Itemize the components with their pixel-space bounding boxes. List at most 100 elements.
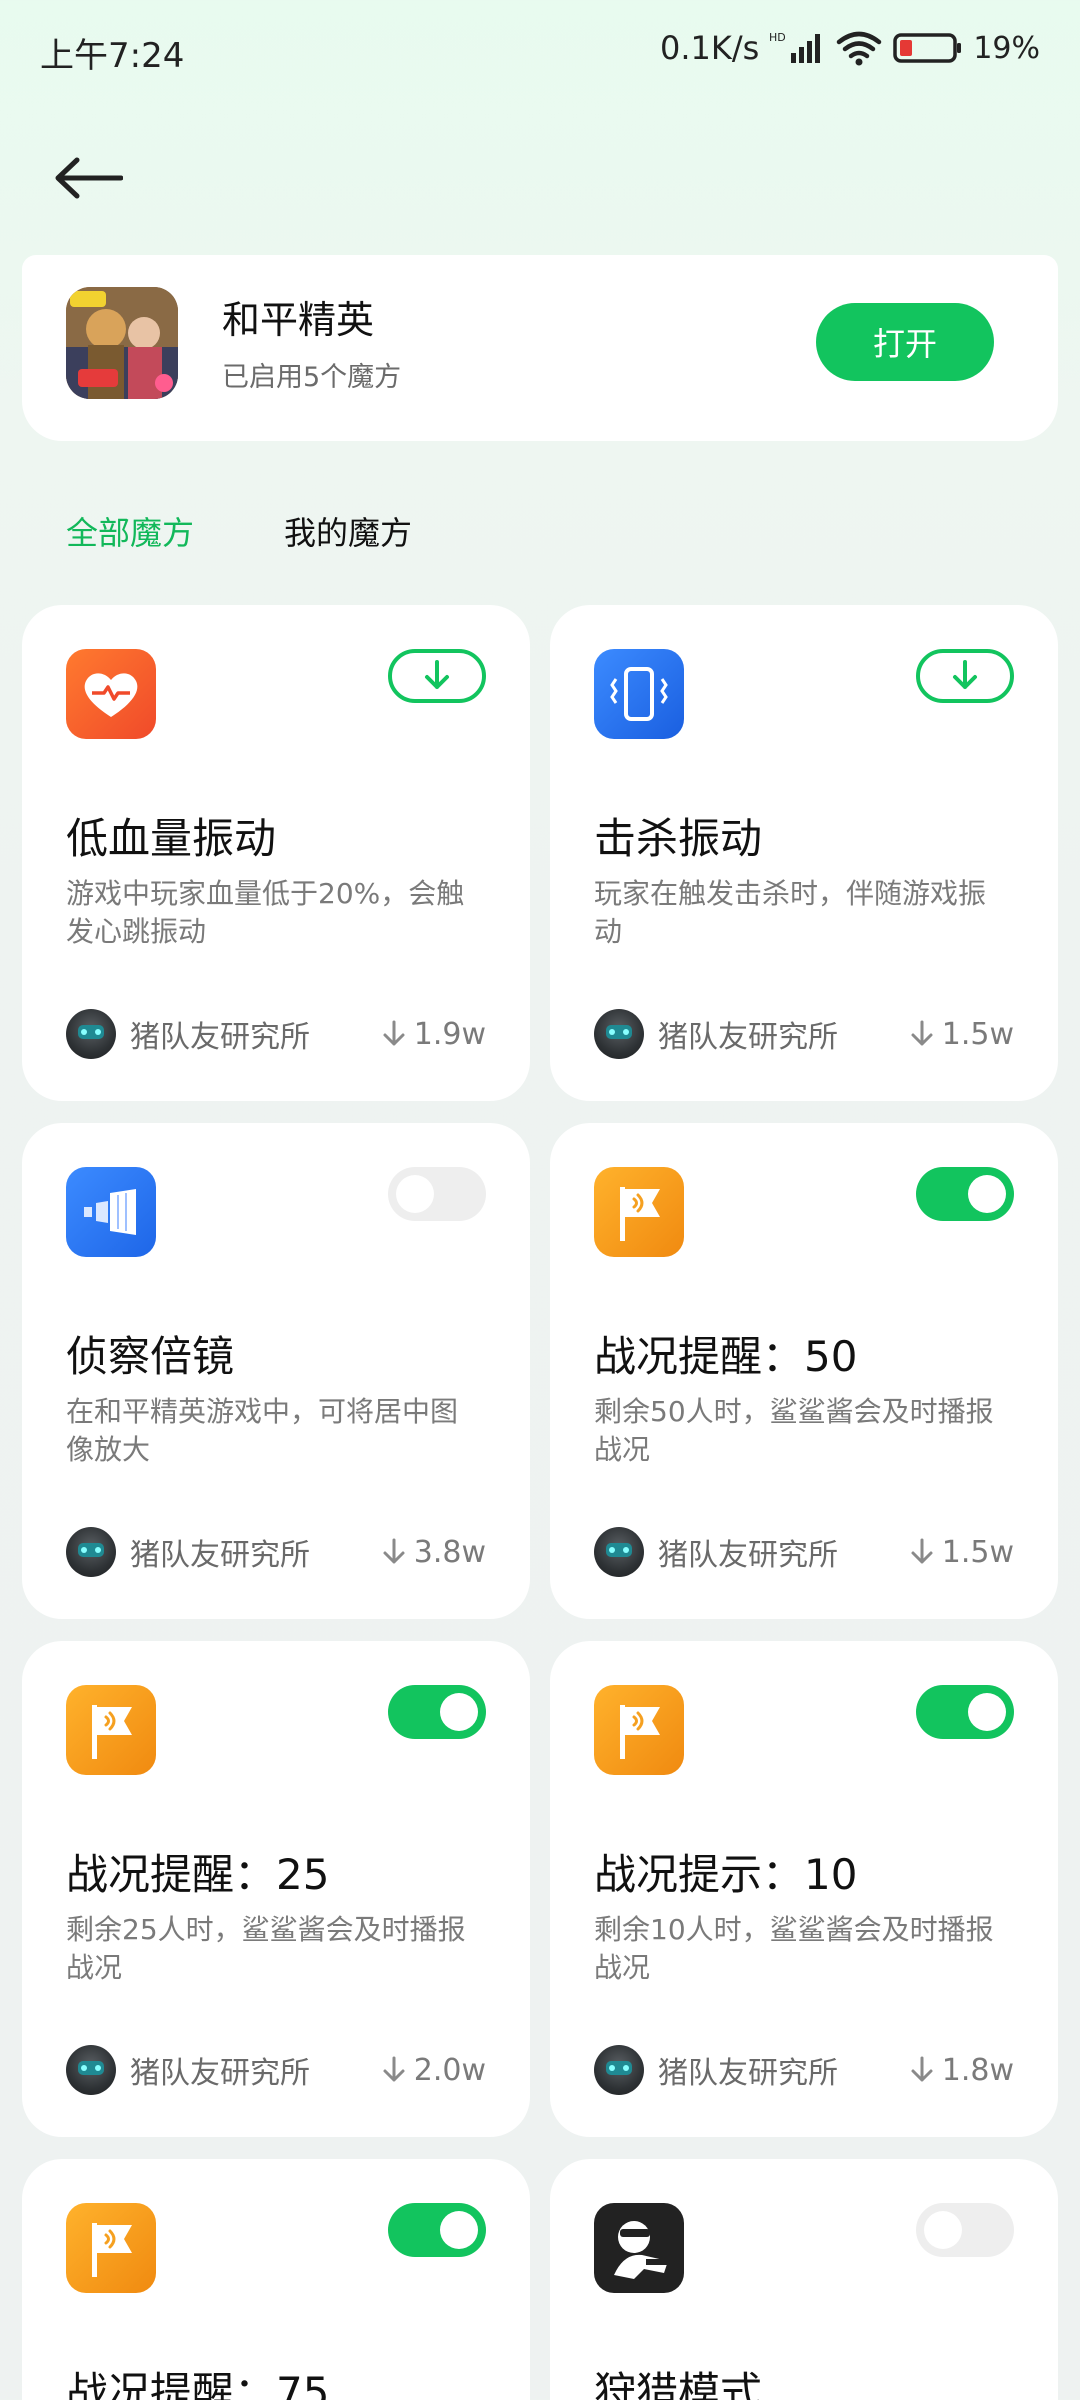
card-title: 低血量振动: [66, 814, 277, 863]
tab-all-cubes[interactable]: 全部魔方: [66, 508, 194, 554]
hunter-icon: [594, 2203, 684, 2293]
author-name: 猪队友研究所: [658, 1020, 838, 1055]
download-count-icon: [383, 1020, 405, 1046]
download-count: 1.5w: [910, 1527, 1014, 1577]
flag-sound-icon: [66, 1685, 156, 1775]
cube-card[interactable]: 低血量振动 游戏中玩家血量低于20%，会触发心跳振动 猪队友研究所 1.9w: [22, 605, 530, 1101]
card-author: 猪队友研究所: [594, 2045, 838, 2095]
card-description: 玩家在触发击杀时，伴随游戏振动: [594, 877, 987, 948]
zoom-scope-icon: [66, 1167, 156, 1257]
heart-icon: [66, 649, 156, 739]
cube-card[interactable]: 战况提醒：25 剩余25人时，鲨鲨酱会及时播报战况 猪队友研究所 2.0w: [22, 1641, 530, 2137]
enable-toggle[interactable]: [388, 2203, 486, 2257]
signal-icon: HD: [769, 31, 825, 65]
status-icons: 0.1K/s HD 19%: [660, 28, 1040, 68]
enable-toggle[interactable]: [916, 1685, 1014, 1739]
download-count-icon: [383, 2056, 405, 2082]
download-count-value: 2.0w: [413, 2052, 486, 2088]
enable-toggle[interactable]: [388, 1685, 486, 1739]
download-count: 1.8w: [910, 2045, 1014, 2095]
open-button[interactable]: 打开: [816, 303, 994, 381]
app-subtitle: 已启用5个魔方: [222, 362, 402, 393]
avatar: [594, 1527, 644, 1577]
download-count-icon: [911, 1538, 933, 1564]
card-title: 战况提醒：25: [66, 1850, 330, 1899]
download-count: 2.0w: [382, 2045, 486, 2095]
wifi-icon: [835, 30, 883, 66]
back-button[interactable]: [46, 142, 130, 214]
avatar: [66, 1527, 116, 1577]
toggle-knob: [968, 1175, 1006, 1213]
card-title: 战况提醒：50: [594, 1332, 858, 1381]
download-button[interactable]: [388, 649, 486, 703]
card-description: 游戏中玩家血量低于20%，会触发心跳振动: [66, 877, 465, 948]
card-title: 击杀振动: [594, 814, 763, 863]
author-name: 猪队友研究所: [130, 1538, 310, 1573]
toggle-knob: [924, 2211, 962, 2249]
cube-card[interactable]: 战况提示：10 剩余10人时，鲨鲨酱会及时播报战况 猪队友研究所 1.8w: [550, 1641, 1058, 2137]
card-author: 猪队友研究所: [66, 2045, 310, 2095]
download-arrow-icon: [953, 660, 977, 689]
app-card: 和平精英 已启用5个魔方 打开: [22, 255, 1058, 441]
toggle-knob: [440, 2211, 478, 2249]
network-speed: 0.1K/s: [659, 29, 760, 67]
cube-card[interactable]: 侦察倍镜 在和平精英游戏中，可将居中图像放大 猪队友研究所 3.8w: [22, 1123, 530, 1619]
download-count-value: 1.5w: [941, 1016, 1014, 1052]
download-count-value: 3.8w: [413, 1534, 486, 1570]
download-count-icon: [911, 2056, 933, 2082]
download-count-value: 1.5w: [941, 1534, 1014, 1570]
enable-toggle[interactable]: [916, 2203, 1014, 2257]
download-arrow-icon: [425, 660, 449, 689]
download-count-icon: [383, 1538, 405, 1564]
download-count: 1.5w: [910, 1009, 1014, 1059]
card-author: 猪队友研究所: [594, 1009, 838, 1059]
author-name: 猪队友研究所: [658, 1538, 838, 1573]
author-name: 猪队友研究所: [658, 2056, 838, 2091]
cube-card[interactable]: 击杀振动 玩家在触发击杀时，伴随游戏振动 猪队友研究所 1.5w: [550, 605, 1058, 1101]
avatar: [66, 1009, 116, 1059]
download-count-icon: [911, 1020, 933, 1046]
download-count: 1.9w: [382, 1009, 486, 1059]
card-author: 猪队友研究所: [594, 1527, 838, 1577]
phone-vibrate-icon: [594, 649, 684, 739]
card-title: 狩猎模式: [594, 2368, 763, 2400]
card-title: 侦察倍镜: [66, 1332, 235, 1381]
avatar: [594, 1009, 644, 1059]
tab-bar: 全部魔方 我的魔方: [66, 508, 412, 554]
cube-card[interactable]: 战况提醒：75: [22, 2159, 530, 2400]
cube-card[interactable]: 战况提醒：50 剩余50人时，鲨鲨酱会及时播报战况 猪队友研究所 1.5w: [550, 1123, 1058, 1619]
back-arrow-icon: [55, 157, 123, 199]
enable-toggle[interactable]: [388, 1167, 486, 1221]
battery-percent: 19%: [973, 30, 1040, 66]
card-author: 猪队友研究所: [66, 1527, 310, 1577]
flag-sound-icon: [594, 1167, 684, 1257]
card-title: 战况提醒：75: [66, 2368, 330, 2400]
download-count: 3.8w: [382, 1527, 486, 1577]
enable-toggle[interactable]: [916, 1167, 1014, 1221]
cube-card[interactable]: 狩猎模式: [550, 2159, 1058, 2400]
app-name: 和平精英: [222, 298, 375, 342]
status-bar: 上午7:24 0.1K/s HD 19%: [0, 0, 1080, 96]
avatar: [594, 2045, 644, 2095]
flag-sound-icon: [66, 2203, 156, 2293]
status-time: 上午7:24: [40, 36, 185, 76]
avatar: [66, 2045, 116, 2095]
battery-icon: [893, 31, 963, 65]
toggle-knob: [396, 1175, 434, 1213]
author-name: 猪队友研究所: [130, 1020, 310, 1055]
download-count-value: 1.8w: [941, 2052, 1014, 2088]
card-title: 战况提示：10: [594, 1850, 858, 1899]
flag-sound-icon: [594, 1685, 684, 1775]
toggle-knob: [968, 1693, 1006, 1731]
download-button[interactable]: [916, 649, 1014, 703]
card-description: 在和平精英游戏中，可将居中图像放大: [66, 1395, 459, 1466]
card-description: 剩余25人时，鲨鲨酱会及时播报战况: [66, 1913, 466, 1984]
card-description: 剩余50人时，鲨鲨酱会及时播报战况: [594, 1395, 994, 1466]
card-author: 猪队友研究所: [66, 1009, 310, 1059]
tab-my-cubes[interactable]: 我的魔方: [284, 508, 412, 554]
card-description: 剩余10人时，鲨鲨酱会及时播报战况: [594, 1913, 994, 1984]
toggle-knob: [440, 1693, 478, 1731]
svg-text:HD: HD: [769, 31, 786, 44]
game-icon: [66, 287, 178, 399]
author-name: 猪队友研究所: [130, 2056, 310, 2091]
